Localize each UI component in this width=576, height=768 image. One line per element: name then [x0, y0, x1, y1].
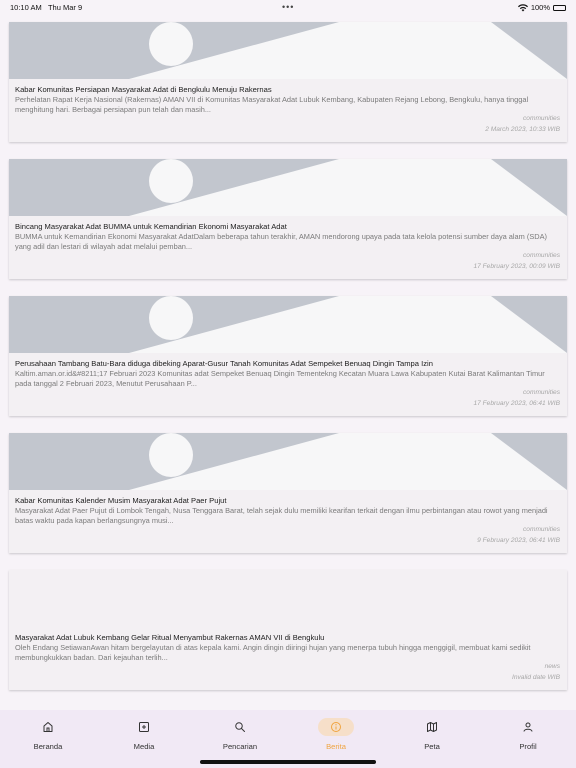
news-category: communities: [522, 526, 560, 533]
nav-item-profil[interactable]: Profil: [488, 718, 568, 760]
news-title: Kabar Komunitas Persiapan Masyarakat Ada…: [15, 85, 272, 94]
news-card-body: Perusahaan Tambang Batu-Bara diduga dibe…: [15, 359, 561, 389]
news-title: Masyarakat Adat Lubuk Kembang Gelar Ritu…: [15, 633, 325, 642]
battery-percent: 100%: [530, 3, 550, 12]
nav-item-berita[interactable]: Berita: [296, 718, 376, 760]
status-indicators: 100%: [517, 3, 566, 12]
news-title: Bincang Masyarakat Adat BUMMA untuk Kema…: [15, 222, 287, 231]
news-summary: Perhelatan Rapat Kerja Nasional (Rakerna…: [15, 95, 529, 114]
person-icon: [510, 718, 546, 736]
news-card-body: Bincang Masyarakat Adat BUMMA untuk Kema…: [15, 222, 561, 252]
nav-label: Peta: [424, 742, 440, 751]
news-card[interactable]: Bincang Masyarakat Adat BUMMA untuk Kema…: [9, 159, 567, 279]
multitask-dots[interactable]: •••: [282, 2, 294, 12]
news-date: 17 February 2023, 06:41 WIB: [473, 400, 560, 407]
news-thumbnail-placeholder: [9, 22, 567, 79]
nav-label: Profil: [519, 742, 537, 751]
status-bar: 10:10 AM Thu Mar 9 ••• 100%: [0, 0, 576, 16]
home-indicator[interactable]: [200, 760, 376, 764]
home-icon: [30, 718, 66, 736]
news-card-body: Kabar Komunitas Persiapan Masyarakat Ada…: [15, 85, 561, 115]
news-category: communities: [522, 389, 560, 396]
nav-item-beranda[interactable]: Beranda: [8, 718, 88, 760]
nav-item-media[interactable]: Media: [104, 718, 184, 760]
news-summary: Masyarakat Adat Paer Pujut di Lombok Ten…: [15, 506, 548, 525]
nav-label: Berita: [326, 742, 346, 751]
wifi-icon: [517, 3, 528, 12]
nav-label: Pencarian: [222, 742, 258, 751]
news-title: Kabar Komunitas Kalender Musim Masyaraka…: [15, 496, 227, 505]
news-summary: Kaltim.aman.or.id&#8211;17 Februari 2023…: [15, 369, 545, 388]
news-thumbnail-placeholder: [9, 159, 567, 216]
status-clock: 10:10 AM: [10, 3, 42, 12]
add-box-icon: [126, 718, 162, 736]
search-icon: [222, 718, 258, 736]
status-time: 10:10 AM Thu Mar 9: [10, 3, 82, 12]
news-card[interactable]: Perusahaan Tambang Batu-Bara diduga dibe…: [9, 296, 567, 416]
status-date: Thu Mar 9: [47, 3, 83, 12]
news-card[interactable]: Masyarakat Adat Lubuk Kembang Gelar Ritu…: [9, 570, 567, 690]
news-summary: Oleh Endang SetiawanAwan hitam bergelayu…: [15, 643, 531, 662]
news-date: Invalid date WIB: [511, 674, 560, 681]
news-card-body: Kabar Komunitas Kalender Musim Masyaraka…: [15, 496, 561, 526]
news-date: 9 February 2023, 06:41 WIB: [477, 537, 560, 544]
news-card[interactable]: Kabar Komunitas Kalender Musim Masyaraka…: [9, 433, 567, 553]
news-title: Perusahaan Tambang Batu-Bara diduga dibe…: [15, 359, 433, 368]
news-summary: BUMMA untuk Kemandirian Ekonomi Masyarak…: [15, 232, 547, 251]
nav-label: Beranda: [33, 742, 63, 751]
nav-item-pencarian[interactable]: Pencarian: [200, 718, 280, 760]
map-icon: [414, 718, 450, 736]
news-category: communities: [522, 252, 560, 259]
news-date: 2 March 2023, 10:33 WIB: [485, 126, 560, 133]
info-icon: [318, 718, 354, 736]
news-thumbnail-placeholder: [9, 296, 567, 353]
nav-item-peta[interactable]: Peta: [392, 718, 472, 760]
news-thumbnail-placeholder: [9, 433, 567, 490]
battery-icon: [553, 4, 566, 11]
news-date: 17 February 2023, 00:09 WIB: [473, 263, 560, 270]
news-card[interactable]: Kabar Komunitas Persiapan Masyarakat Ada…: [9, 22, 567, 142]
nav-label: Media: [133, 742, 155, 751]
news-category: communities: [522, 115, 560, 122]
news-category: news: [544, 663, 560, 670]
news-card-body: Masyarakat Adat Lubuk Kembang Gelar Ritu…: [15, 633, 561, 663]
